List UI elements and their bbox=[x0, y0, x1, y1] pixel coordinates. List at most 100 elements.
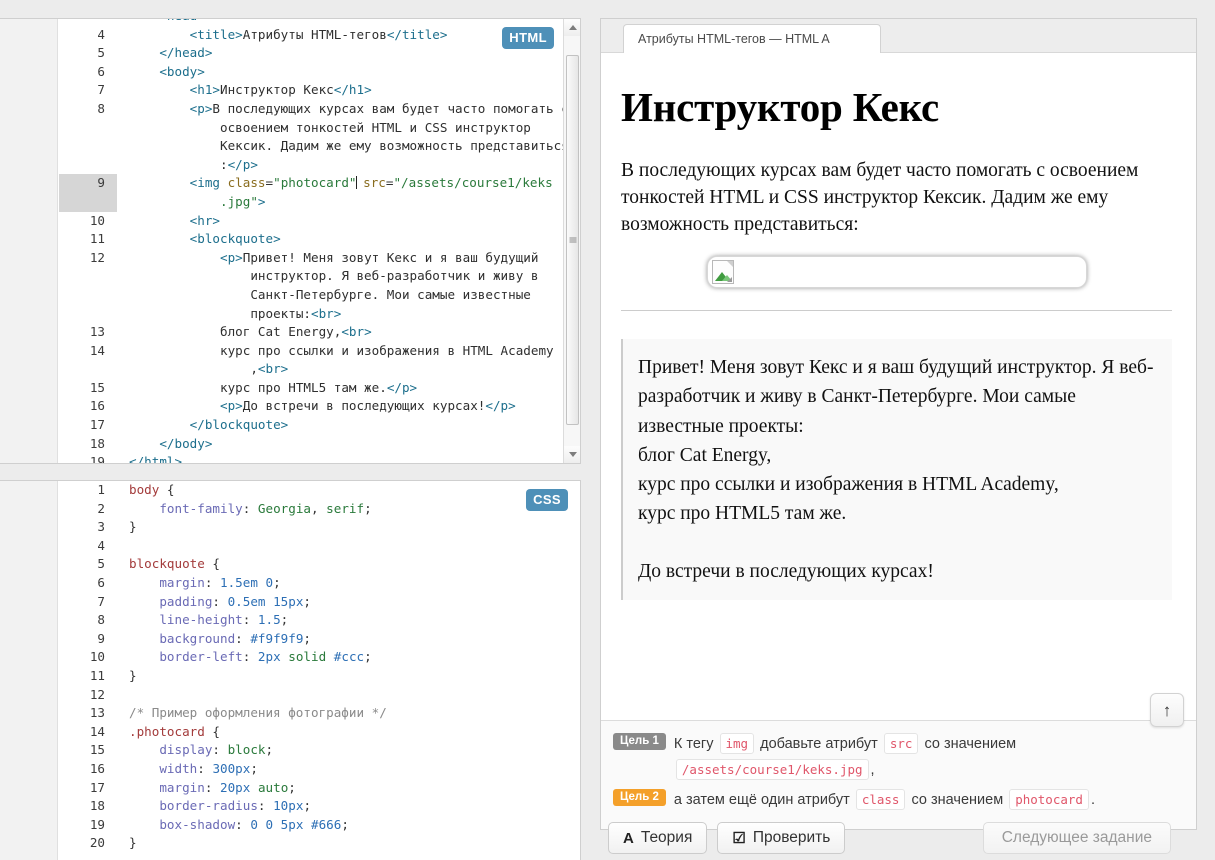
line-number: 15 bbox=[89, 379, 105, 395]
scroll-up-arrow-icon[interactable] bbox=[564, 19, 580, 36]
goal-1-badge: Цель 1 bbox=[613, 733, 666, 750]
task-instructions-panel: ↑ Цель 1 К тегу img добавьте атрибут src… bbox=[601, 693, 1196, 829]
quote-line-4: курс про HTML5 там же. bbox=[638, 503, 847, 525]
scrollbar-grip-icon bbox=[569, 237, 576, 243]
preview-blockquote: Привет! Меня зовут Кекс и я ваш будущий … bbox=[621, 339, 1172, 600]
check-button-label: Проверить bbox=[752, 829, 831, 846]
code-line: 12 <p>Привет! Меня зовут Кекс и я ваш бу… bbox=[59, 249, 580, 323]
code-line: 16 width: 300px; bbox=[59, 760, 580, 779]
code-token-class: class bbox=[855, 789, 906, 810]
action-button-bar: A Теория ☑ Проверить Следующее задание bbox=[600, 816, 1197, 860]
quote-line-3: курс про ссылки и изображения в HTML Aca… bbox=[638, 474, 1059, 495]
line-number: 17 bbox=[89, 417, 105, 433]
html-language-badge: HTML bbox=[502, 27, 554, 49]
scrollbar-thumb[interactable] bbox=[566, 55, 579, 425]
preview-column: Атрибуты HTML-тегов — HTML A Инструктор … bbox=[600, 18, 1197, 860]
browser-tabbar: Атрибуты HTML-тегов — HTML A bbox=[601, 19, 1196, 53]
code-line: 18 </body> bbox=[59, 435, 580, 454]
code-line: 18 border-radius: 10px; bbox=[59, 797, 580, 816]
line-number: 2 bbox=[97, 500, 105, 516]
code-token-src-value: /assets/course1/keks.jpg bbox=[675, 759, 869, 780]
scroll-to-top-button[interactable]: ↑ bbox=[1150, 693, 1184, 727]
code-line: 10 <hr> bbox=[59, 212, 580, 231]
goal-1-text: К тегу img добавьте атрибут src со значе… bbox=[674, 731, 1182, 783]
code-token-src: src bbox=[883, 733, 919, 754]
arrow-up-icon: ↑ bbox=[1162, 700, 1172, 720]
code-line: <head> bbox=[59, 19, 580, 26]
code-line: 4 bbox=[59, 537, 580, 556]
css-editor-panel[interactable]: CSS 1 body { 2 font-family: Georgia, ser… bbox=[0, 480, 581, 860]
line-number: 11 bbox=[89, 231, 105, 247]
code-line: 8 line-height: 1.5; bbox=[59, 611, 580, 630]
code-line: 15 display: block; bbox=[59, 741, 580, 760]
app-root: HTML <head> 4 <title>Атрибуты HTML-тегов… bbox=[0, 0, 1215, 860]
html-editor-panel[interactable]: HTML <head> 4 <title>Атрибуты HTML-тегов… bbox=[0, 18, 581, 464]
css-comment: /* Пример оформления фотографии */ bbox=[129, 705, 387, 721]
blockquote-paragraph: Привет! Меня зовут Кекс и я ваш будущий … bbox=[638, 353, 1157, 529]
browser-tab[interactable]: Атрибуты HTML-тегов — HTML A bbox=[623, 24, 881, 53]
code-token-class-value: photocard bbox=[1009, 789, 1089, 810]
line-number: 18 bbox=[89, 798, 105, 814]
line-number: 12 bbox=[89, 249, 105, 265]
line-number: 8 bbox=[97, 100, 105, 116]
photocard-image-placeholder bbox=[706, 256, 1087, 288]
next-task-button[interactable]: Следующее задание bbox=[982, 822, 1171, 854]
goal-2-text: а затем ещё один атрибут class со значен… bbox=[674, 787, 1095, 813]
code-line: 17 margin: 20px auto; bbox=[59, 779, 580, 798]
code-line: 1 body { bbox=[59, 481, 580, 500]
line-number: 5 bbox=[97, 556, 105, 572]
line-number: 6 bbox=[97, 63, 105, 79]
line-number: 5 bbox=[97, 45, 105, 61]
line-number: 19 bbox=[89, 454, 105, 463]
code-line: 15 курс про HTML5 там же.</p> bbox=[59, 379, 580, 398]
scroll-down-arrow-icon[interactable] bbox=[564, 446, 580, 463]
css-language-badge: CSS bbox=[526, 489, 568, 511]
line-number: 7 bbox=[97, 82, 105, 98]
line-number: 1 bbox=[97, 482, 105, 497]
code-line: 17 </blockquote> bbox=[59, 416, 580, 435]
line-number: 13 bbox=[89, 705, 105, 721]
line-number: 7 bbox=[97, 593, 105, 609]
checkbox-icon: ☑ bbox=[732, 830, 746, 847]
code-line: 13 блог Cat Energy,<br> bbox=[59, 323, 580, 342]
html-editor-gutter bbox=[0, 19, 58, 463]
code-line: 20 } bbox=[59, 834, 580, 853]
line-number: 4 bbox=[97, 537, 105, 553]
theory-button[interactable]: A Теория bbox=[608, 822, 708, 854]
line-number: 10 bbox=[89, 649, 105, 665]
code-line: 2 font-family: Georgia, serif; bbox=[59, 500, 580, 519]
preview-page: Инструктор Кекс В последующих курсах вам… bbox=[601, 53, 1196, 720]
code-line: 11 <blockquote> bbox=[59, 230, 580, 249]
line-number: 8 bbox=[97, 612, 105, 628]
code-line: 7 <h1>Инструктор Кекс</h1> bbox=[59, 81, 580, 100]
code-line: 8 <p>В последующих курсах вам будет част… bbox=[59, 100, 580, 174]
line-number: 14 bbox=[89, 342, 105, 358]
line-number: 15 bbox=[89, 742, 105, 758]
horizontal-rule bbox=[621, 310, 1172, 311]
code-line: 5 blockquote { bbox=[59, 555, 580, 574]
line-number: 3 bbox=[97, 519, 105, 535]
code-line: 16 <p>До встречи в последующих курсах!</… bbox=[59, 397, 580, 416]
browser-preview: Атрибуты HTML-тегов — HTML A Инструктор … bbox=[600, 18, 1197, 830]
code-token-img: img bbox=[719, 733, 755, 754]
html-editor-scrollbar[interactable] bbox=[563, 19, 580, 463]
line-number: 13 bbox=[89, 324, 105, 340]
line-number: 9 bbox=[97, 630, 105, 646]
line-number: 16 bbox=[89, 398, 105, 414]
line-number: 20 bbox=[89, 835, 105, 851]
goal-2-badge: Цель 2 bbox=[613, 789, 666, 806]
code-line: 11 } bbox=[59, 667, 580, 686]
line-number: 18 bbox=[89, 435, 105, 451]
code-line: 14 курс про ссылки и изображения в HTML … bbox=[59, 342, 580, 379]
line-number: 11 bbox=[89, 667, 105, 683]
line-number: 16 bbox=[89, 760, 105, 776]
blockquote-closing-paragraph: До встречи в последующих курсах! bbox=[638, 560, 934, 582]
code-line: 19 </html> bbox=[59, 453, 580, 463]
line-number: 12 bbox=[89, 686, 105, 702]
check-button[interactable]: ☑ Проверить bbox=[717, 822, 846, 854]
html-code-area[interactable]: <head> 4 <title>Атрибуты HTML-тегов</tit… bbox=[59, 19, 580, 463]
line-number: 14 bbox=[89, 723, 105, 739]
page-intro-paragraph: В последующих курсах вам будет часто пом… bbox=[621, 160, 1139, 235]
editors-column: HTML <head> 4 <title>Атрибуты HTML-тегов… bbox=[0, 18, 581, 860]
css-code-area[interactable]: 1 body { 2 font-family: Georgia, serif; … bbox=[59, 481, 580, 860]
